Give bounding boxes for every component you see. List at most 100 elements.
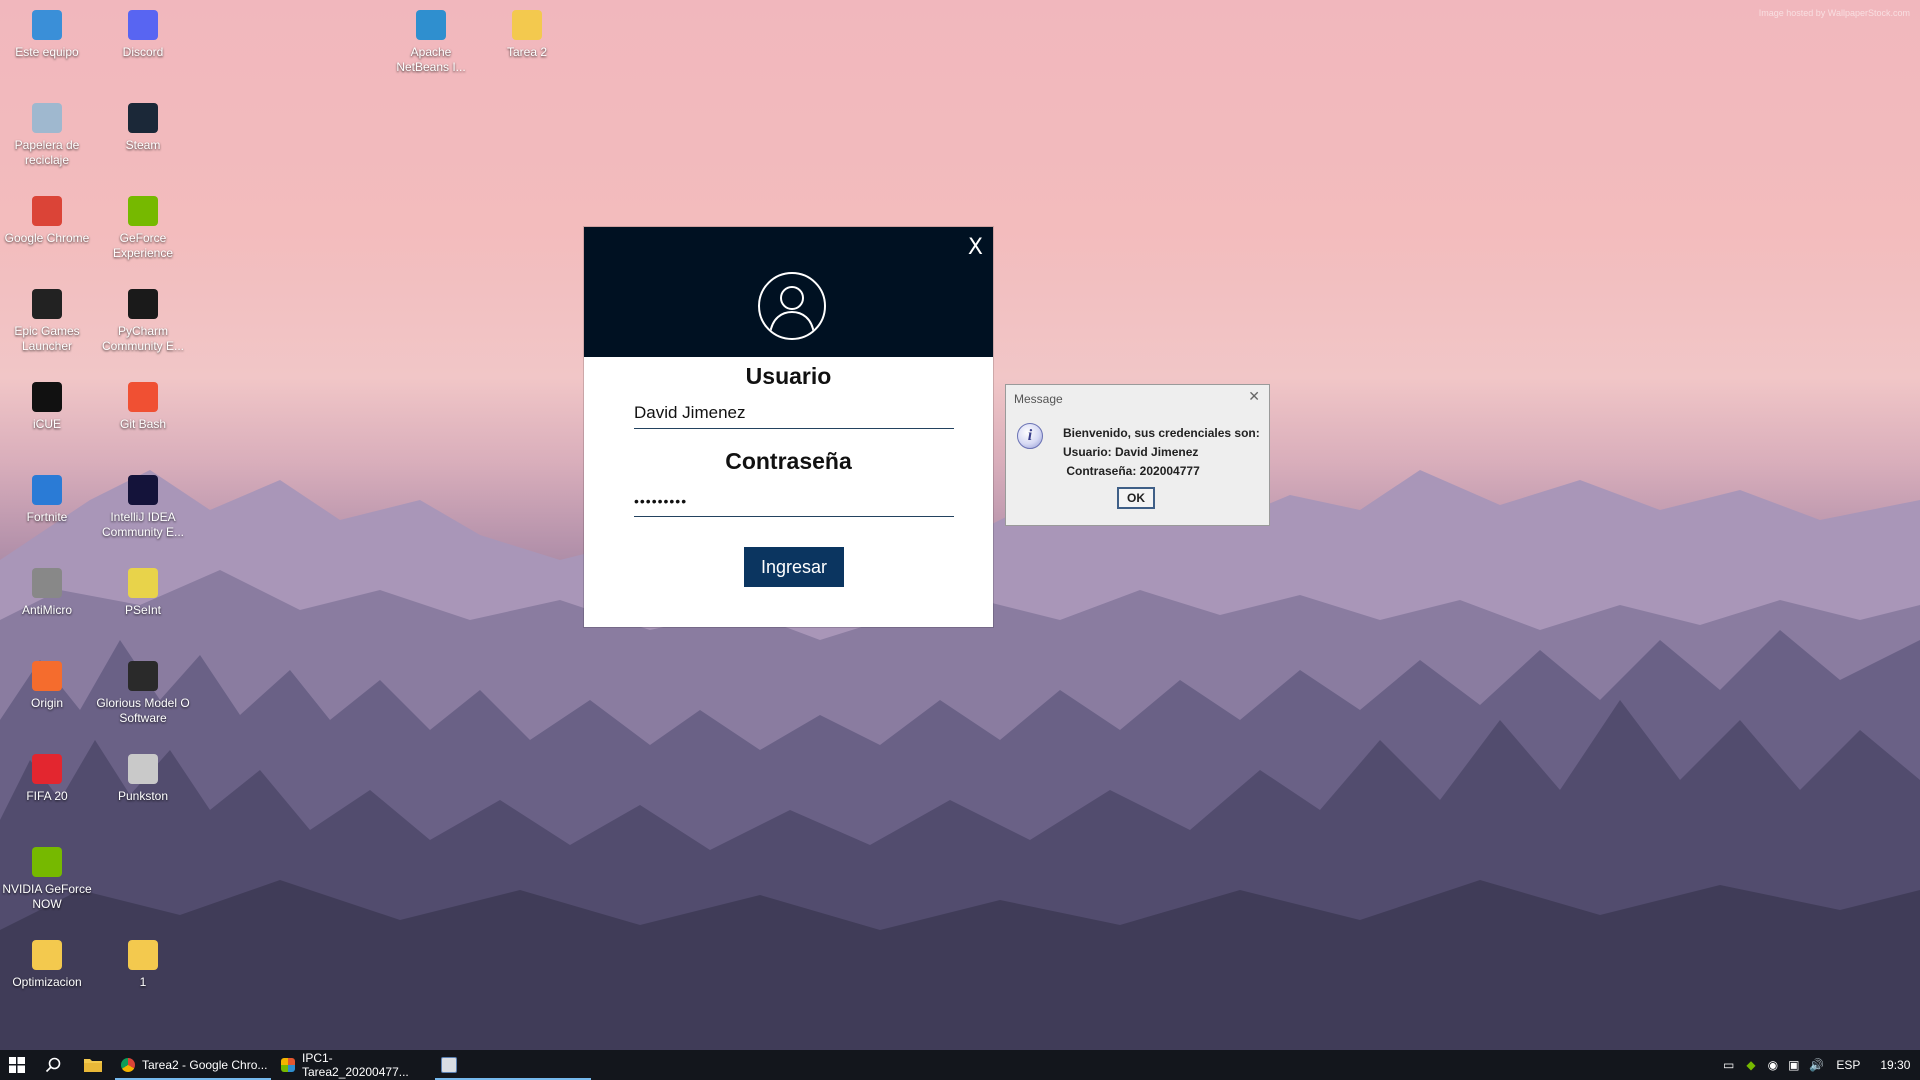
- steam-icon: [128, 103, 158, 133]
- desktop-icon[interactable]: PSeInt: [96, 564, 190, 618]
- desktop-icon-label: Epic Games Launcher: [14, 324, 80, 353]
- desktop-icon-label: Fortnite: [26, 510, 68, 524]
- login-submit-button[interactable]: Ingresar: [744, 547, 844, 587]
- desktop-icon[interactable]: Tarea 2: [480, 6, 574, 60]
- desktop-icon-label: Punkston: [117, 789, 169, 803]
- desktop-icon-label: Origin: [30, 696, 63, 710]
- desktop-icon[interactable]: Epic Games Launcher: [0, 285, 94, 354]
- wallpaper-credit: Image hosted by WallpaperStock.com: [1758, 8, 1910, 18]
- fifa-icon: [32, 754, 62, 784]
- fortnite-icon: [32, 475, 62, 505]
- desktop-icon-label: GeForce Experience: [112, 231, 174, 260]
- desktop-icon-label: iCUE: [32, 417, 61, 431]
- desktop-icon-label: PyCharm Community E...: [101, 324, 185, 353]
- folder-icon: [128, 940, 158, 970]
- user-label: Usuario: [745, 363, 832, 389]
- language-indicator[interactable]: ESP: [1836, 1058, 1860, 1072]
- desktop-icon-label: AntiMicro: [21, 603, 72, 617]
- nvidia-tray-icon[interactable]: ◆: [1746, 1058, 1755, 1072]
- clock[interactable]: 19:30: [1880, 1058, 1910, 1072]
- desktop-icon[interactable]: Origin: [0, 657, 94, 711]
- desktop-icon[interactable]: Papelera de reciclaje: [0, 99, 94, 168]
- punkston-icon: [128, 754, 158, 784]
- geforce-icon: [128, 196, 158, 226]
- desktop-icon[interactable]: NVIDIA GeForce NOW: [0, 843, 94, 912]
- taskbar: Tarea2 - Google Chro... IPC1-Tarea2_2020…: [0, 1050, 1920, 1080]
- recycle-bin-icon: [32, 103, 62, 133]
- icue-tray-icon[interactable]: ◉: [1768, 1058, 1778, 1072]
- mouse-icon: [128, 661, 158, 691]
- desktop-icon[interactable]: Git Bash: [96, 378, 190, 432]
- desktop-icon[interactable]: Punkston: [96, 750, 190, 804]
- desktop-icon[interactable]: GeForce Experience: [96, 192, 190, 261]
- netbeans-icon: [416, 10, 446, 40]
- desktop-icon[interactable]: Fortnite: [0, 471, 94, 525]
- search-icon: [45, 1057, 61, 1073]
- icue-icon: [32, 382, 62, 412]
- taskbar-app-java[interactable]: [435, 1050, 591, 1080]
- security-tray-icon[interactable]: ▭: [1723, 1058, 1734, 1072]
- desktop-icon-label: Papelera de reciclaje: [14, 138, 80, 167]
- user-avatar-icon: [758, 272, 826, 340]
- windows-icon: [9, 1057, 25, 1073]
- message-ok-button[interactable]: OK: [1117, 487, 1155, 509]
- desktop-icon[interactable]: Este equipo: [0, 6, 94, 60]
- geforce-now-icon: [32, 847, 62, 877]
- desktop-icon[interactable]: Glorious Model O Software: [96, 657, 190, 726]
- desktop-icon-label: NVIDIA GeForce NOW: [2, 882, 92, 911]
- folder-icon: [512, 10, 542, 40]
- folder-icon: [84, 1059, 102, 1072]
- desktop-icon[interactable]: Optimizacion: [0, 936, 94, 990]
- desktop-icon-label: FIFA 20: [26, 789, 68, 803]
- desktop-icon-label: PSeInt: [124, 603, 162, 617]
- folder-icon: [32, 940, 62, 970]
- desktop-icon[interactable]: iCUE: [0, 378, 94, 432]
- intellij-icon: [128, 475, 158, 505]
- desktop-icon[interactable]: Apache NetBeans I...: [384, 6, 478, 75]
- taskbar-app-chrome[interactable]: Tarea2 - Google Chro...: [115, 1050, 271, 1080]
- desktop-icon[interactable]: AntiMicro: [0, 564, 94, 618]
- pycharm-icon: [128, 289, 158, 319]
- network-icon[interactable]: ▣: [1788, 1058, 1799, 1072]
- login-close-button[interactable]: X: [968, 235, 983, 260]
- message-line-3: Contraseña: 202004777: [1063, 464, 1200, 478]
- user-input[interactable]: [634, 398, 954, 429]
- message-line-2: Usuario: David Jimenez: [1063, 445, 1199, 459]
- login-header: X: [584, 227, 993, 357]
- desktop-icon[interactable]: FIFA 20: [0, 750, 94, 804]
- java-app-icon: [441, 1057, 457, 1073]
- pseint-icon: [128, 568, 158, 598]
- desktop-icon-label: IntelliJ IDEA Community E...: [101, 510, 185, 539]
- system-tray: ▭ ◆ ◉ ▣ 🔊 ESP 19:30: [1723, 1050, 1910, 1080]
- desktop-icon-label: 1: [139, 975, 147, 989]
- desktop-icon[interactable]: Steam: [96, 99, 190, 153]
- desktop-icon[interactable]: 1: [96, 936, 190, 990]
- start-button[interactable]: [0, 1050, 34, 1080]
- taskbar-app-netbeans[interactable]: IPC1-Tarea2_20200477...: [275, 1050, 431, 1080]
- volume-icon[interactable]: 🔊: [1809, 1058, 1824, 1072]
- discord-icon: [128, 10, 158, 40]
- password-input[interactable]: [634, 486, 954, 517]
- desktop-icon-label: Optimizacion: [12, 975, 82, 989]
- desktop-icon-label: Apache NetBeans I...: [396, 45, 466, 74]
- message-dialog: Message ✕ i Bienvenido, sus credenciales…: [1005, 384, 1270, 526]
- login-window: X Usuario Contraseña Ingresar: [584, 227, 993, 627]
- origin-icon: [32, 661, 62, 691]
- gamepad-icon: [32, 568, 62, 598]
- desktop-icon[interactable]: Discord: [96, 6, 190, 60]
- file-explorer-button[interactable]: [76, 1050, 110, 1080]
- desktop-icon-label: Steam: [125, 138, 161, 152]
- desktop-icon-label: Discord: [122, 45, 164, 59]
- chrome-icon: [32, 196, 62, 226]
- message-close-button[interactable]: ✕: [1248, 389, 1260, 405]
- desktop-icon[interactable]: IntelliJ IDEA Community E...: [96, 471, 190, 540]
- message-line-1: Bienvenido, sus credenciales son:: [1063, 426, 1260, 440]
- chrome-icon: [121, 1058, 135, 1072]
- desktop-icon[interactable]: Google Chrome: [0, 192, 94, 246]
- taskbar-app-label: Tarea2 - Google Chro...: [142, 1058, 268, 1072]
- netbeans-icon: [281, 1058, 295, 1072]
- search-button[interactable]: [36, 1050, 70, 1080]
- taskbar-app-label: IPC1-Tarea2_20200477...: [302, 1051, 409, 1079]
- info-icon: i: [1017, 423, 1043, 449]
- desktop-icon[interactable]: PyCharm Community E...: [96, 285, 190, 354]
